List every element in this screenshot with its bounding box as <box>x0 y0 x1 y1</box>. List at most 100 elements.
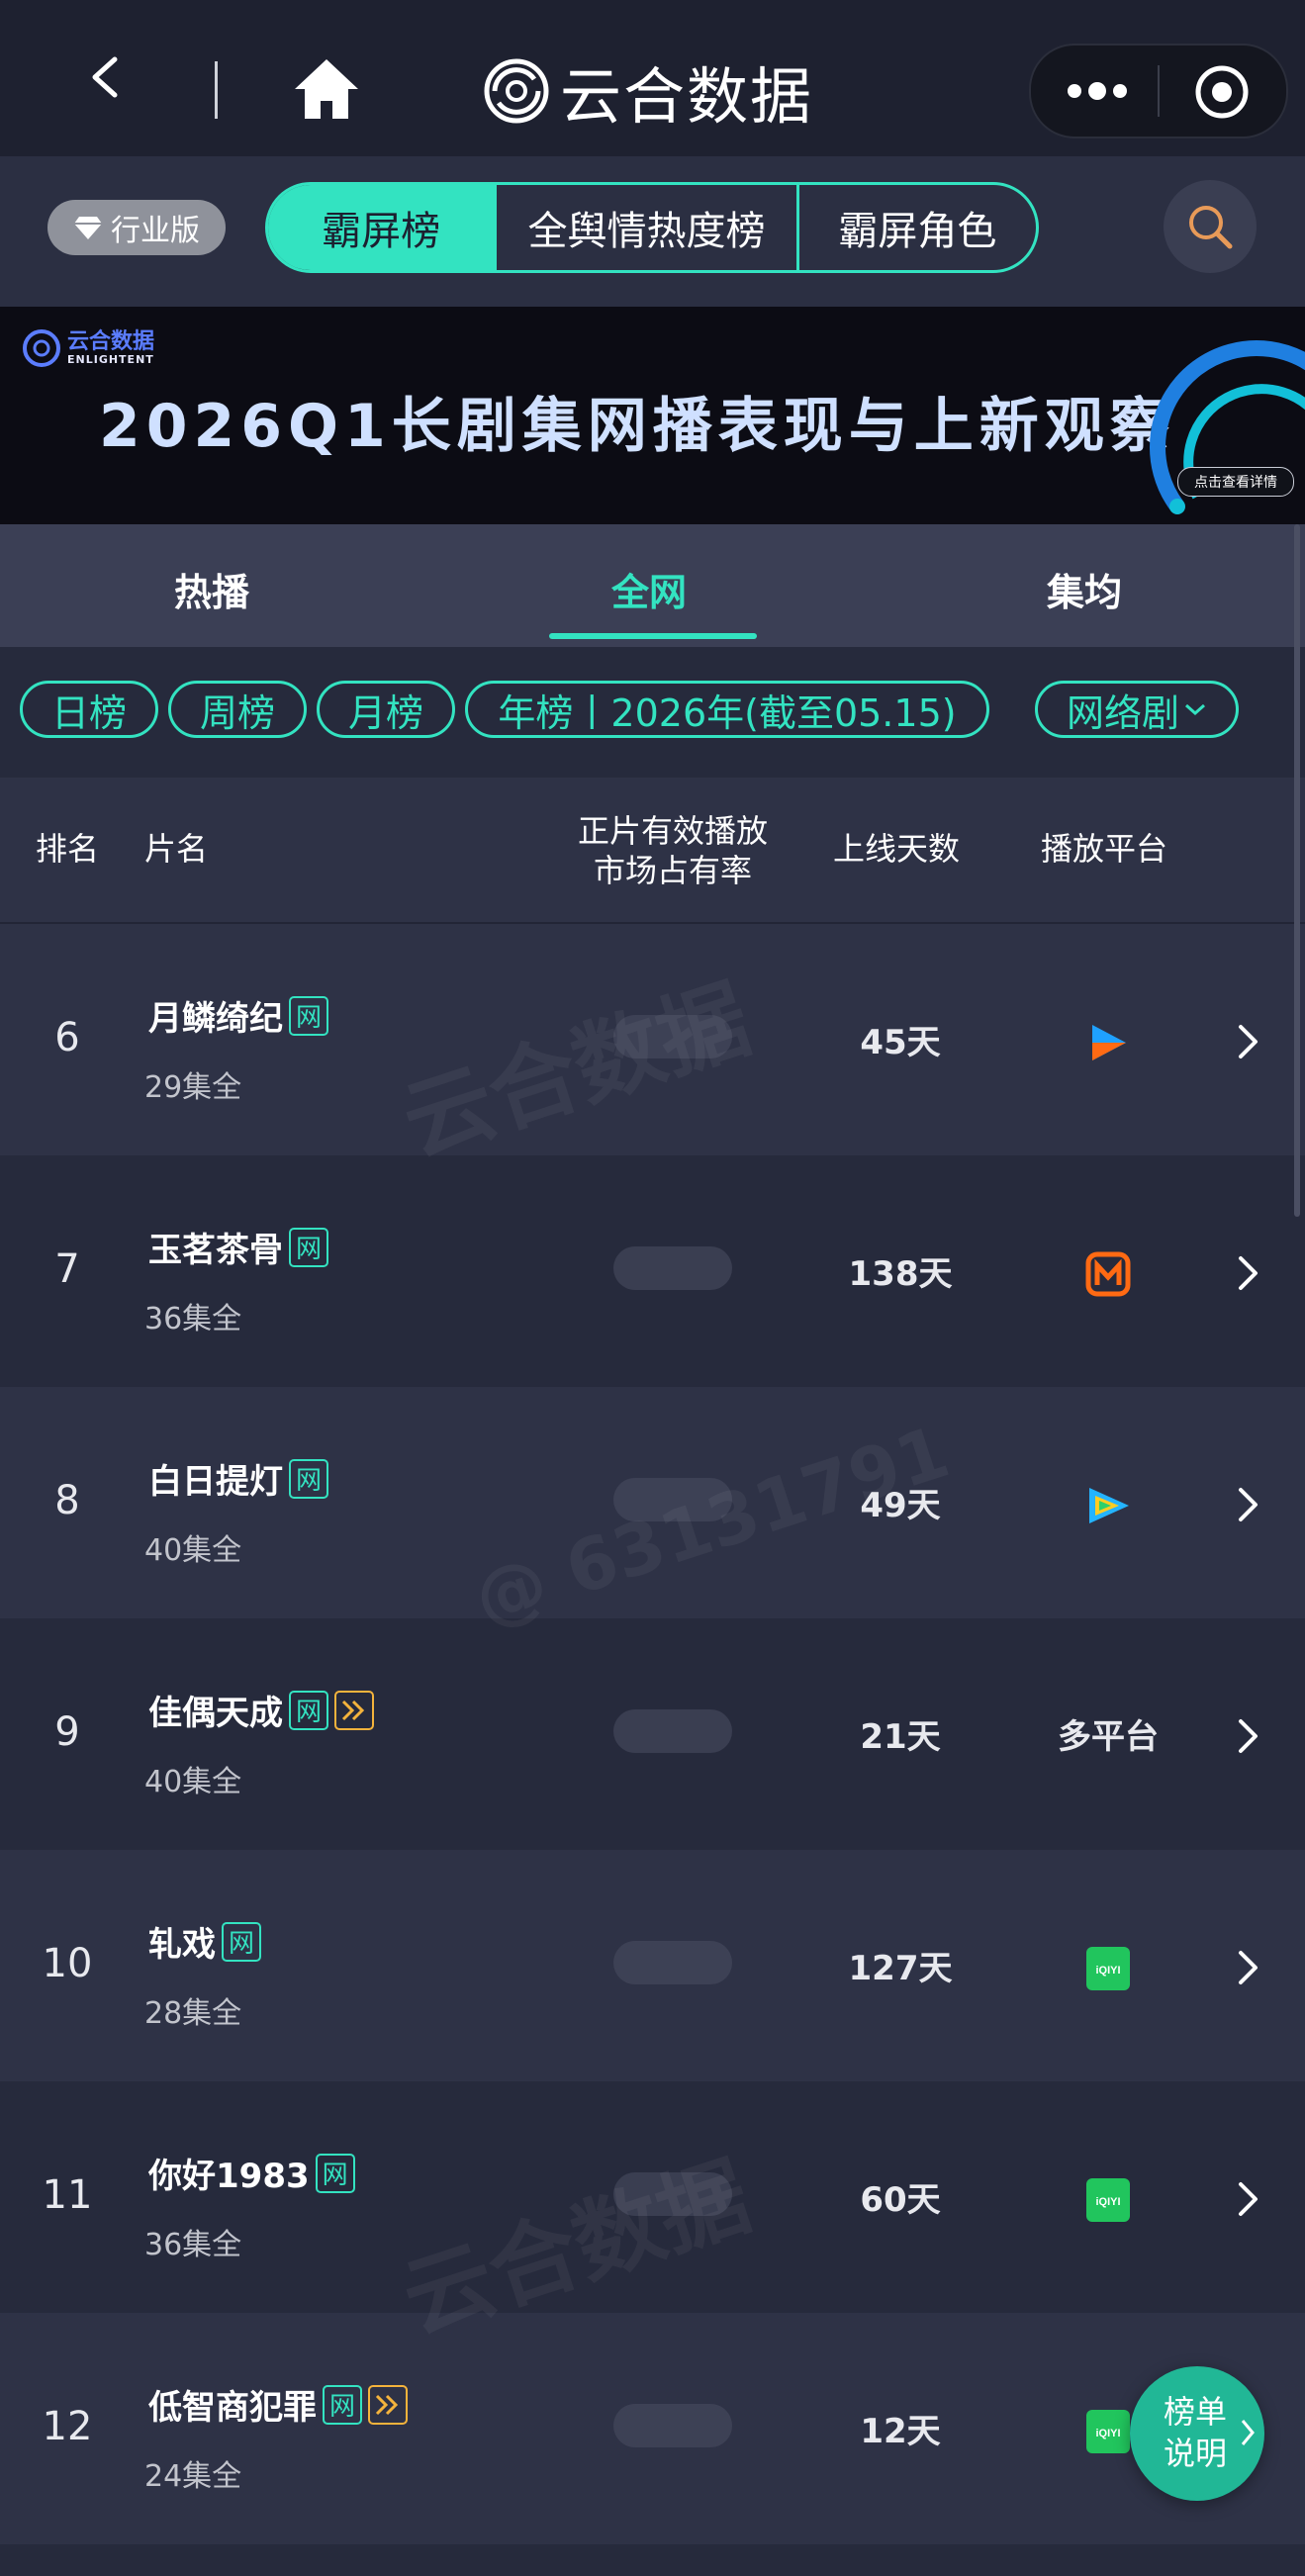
mini-program-capsule <box>1029 44 1288 138</box>
segment-sentiment-list[interactable]: 全舆情热度榜 <box>494 185 796 270</box>
banner-logo-en: ENLIGHTENT <box>67 352 154 366</box>
chevron-down-icon <box>1185 703 1205 716</box>
drama-title-line: 白日提灯网 <box>148 1454 328 1503</box>
table-row[interactable]: 7 玉茗茶骨网 36集全 138天 <box>0 1155 1305 1387</box>
promo-banner[interactable]: 云合数据 ENLIGHTENT 2026Q1长剧集网播表现与上新观察 点击查看详… <box>0 307 1305 524</box>
drama-title-line: 轧戏网 <box>148 1917 261 1966</box>
category-label: 网络剧 <box>1066 690 1179 735</box>
drama-title-line: 低智商犯罪网 <box>148 2380 408 2429</box>
chip-monthly[interactable]: 月榜 <box>317 681 455 738</box>
banner-detail-button[interactable]: 点击查看详情 <box>1177 467 1294 497</box>
market-share-blurred <box>613 1709 732 1753</box>
table-row[interactable]: 6 月鳞绮纪网 29集全 45天 <box>0 924 1305 1155</box>
fab-line2: 说明 <box>1164 2435 1228 2472</box>
drama-title-line: 你好1983 网 <box>148 2149 355 2197</box>
rank-number: 11 <box>42 2172 93 2218</box>
chevron-left-icon[interactable] <box>83 55 127 99</box>
search-button[interactable] <box>1164 180 1257 273</box>
mgtv-icon <box>1069 1244 1148 1304</box>
segment-dominance-list[interactable]: 霸屏榜 <box>268 185 495 270</box>
market-share-blurred <box>613 1478 732 1521</box>
header-market-share-line2: 市场占有率 <box>593 852 752 889</box>
drama-title: 佳偶天成 <box>148 1694 283 1733</box>
banner-logo: 云合数据 ENLIGHTENT <box>22 328 154 368</box>
chevron-right-icon[interactable] <box>1237 1254 1260 1292</box>
ranking-segment-control: 霸屏榜 全舆情热度榜 霸屏角色 <box>265 182 1039 273</box>
fab-line1: 榜单 <box>1164 2393 1228 2431</box>
app-title: 云合数据 <box>560 60 814 133</box>
table-header: 排名 片名 正片有效播放 市场占有率 上线天数 播放平台 <box>0 778 1305 924</box>
chevron-right-icon[interactable] <box>1237 2180 1260 2218</box>
brand-logo-icon <box>484 58 549 124</box>
industry-edition-label: 行业版 <box>111 214 200 248</box>
days-online: 21天 <box>860 1717 941 1757</box>
table-row[interactable]: 11 你好1983 网 36集全 60天 iQIYI <box>0 2081 1305 2313</box>
header-market-share: 正片有效播放 市场占有率 <box>554 811 792 890</box>
chevron-right-icon[interactable] <box>1237 1717 1260 1755</box>
network-drama-tag: 网 <box>222 1921 261 1962</box>
industry-edition-button[interactable]: 行业版 <box>47 200 226 255</box>
header-platform: 播放平台 <box>1041 830 1168 868</box>
table-row[interactable]: 12 低智商犯罪网 24集全 12天 iQIYI <box>0 2313 1305 2544</box>
ranking-explanation-button[interactable]: 榜单 说明 <box>1130 2366 1264 2501</box>
banner-title: 2026Q1长剧集网播表现与上新观察 <box>99 392 1175 461</box>
rank-number: 12 <box>42 2404 93 2449</box>
network-drama-tag: 网 <box>289 1458 328 1499</box>
rank-number: 7 <box>54 1246 80 1292</box>
drama-title-line: 月鳞绮纪网 <box>148 991 328 1040</box>
days-online: 60天 <box>860 2180 941 2220</box>
drama-title: 玉茗茶骨 <box>148 1231 283 1270</box>
chevron-right-icon[interactable] <box>1237 1023 1260 1060</box>
market-share-blurred <box>613 1941 732 1984</box>
tab-hot[interactable]: 热播 <box>174 562 249 616</box>
table-row[interactable]: 9 佳偶天成网 40集全 21天 多平台 <box>0 1618 1305 1850</box>
tab-per-episode[interactable]: 集均 <box>1047 562 1122 616</box>
more-dots-icon[interactable] <box>1063 67 1132 115</box>
category-dropdown[interactable]: 网络剧 <box>1035 681 1239 738</box>
drama-title: 月鳞绮纪 <box>148 999 283 1039</box>
header-market-share-line1: 正片有效播放 <box>577 812 768 850</box>
fast-forward-icon <box>334 1690 374 1730</box>
chip-daily[interactable]: 日榜 <box>20 681 158 738</box>
tab-all-network[interactable]: 全网 <box>611 562 687 616</box>
scrollbar[interactable] <box>1294 524 1300 1217</box>
active-tab-indicator <box>549 633 757 639</box>
drama-title: 白日提灯 <box>148 1462 283 1502</box>
drama-title: 低智商犯罪 <box>148 2388 317 2428</box>
target-icon[interactable] <box>1193 63 1251 121</box>
chevron-right-icon[interactable] <box>1237 1486 1260 1523</box>
drama-title: 你好1983 <box>148 2157 310 2196</box>
days-online: 49天 <box>860 1486 941 1525</box>
episode-count: 36集全 <box>144 1302 242 1336</box>
search-icon <box>1189 206 1233 249</box>
chip-weekly[interactable]: 周榜 <box>168 681 307 738</box>
days-online: 12天 <box>860 2412 941 2451</box>
table-row[interactable]: 8 白日提灯网 40集全 49天 <box>0 1387 1305 1618</box>
chevron-right-icon[interactable] <box>1237 1949 1260 1986</box>
rank-number: 9 <box>54 1709 80 1755</box>
youku-icon <box>1069 1013 1148 1072</box>
tencent-icon <box>1069 1476 1148 1535</box>
network-drama-tag: 网 <box>323 2384 362 2425</box>
header-rank: 排名 <box>36 830 100 868</box>
home-icon[interactable] <box>293 57 360 121</box>
market-share-blurred <box>613 2404 732 2447</box>
episode-count: 28集全 <box>144 1996 242 2031</box>
rank-number: 10 <box>42 1941 93 1986</box>
chip-yearly[interactable]: 年榜丨2026年(截至05.15) <box>465 681 989 738</box>
drama-title: 轧戏 <box>148 1925 216 1965</box>
drama-title-line: 玉茗茶骨网 <box>148 1223 328 1271</box>
table-row[interactable]: 10 轧戏网 28集全 127天 iQIYI <box>0 1850 1305 2081</box>
drama-title-line: 佳偶天成网 <box>148 1686 374 1734</box>
svg-text:iQIYI: iQIYI <box>1095 1965 1120 1977</box>
network-drama-tag: 网 <box>289 1690 328 1730</box>
header-title: 片名 <box>144 830 209 868</box>
rank-number: 6 <box>54 1015 80 1060</box>
segment-dominance-roles[interactable]: 霸屏角色 <box>795 185 1036 270</box>
ranking-type-bar: 行业版 霸屏榜 全舆情热度榜 霸屏角色 <box>0 156 1305 307</box>
episode-count: 40集全 <box>144 1533 242 1568</box>
days-online: 127天 <box>848 1949 953 1988</box>
episode-count: 29集全 <box>144 1070 242 1105</box>
header-days-online: 上线天数 <box>833 830 961 868</box>
svg-text:iQIYI: iQIYI <box>1095 2196 1120 2208</box>
